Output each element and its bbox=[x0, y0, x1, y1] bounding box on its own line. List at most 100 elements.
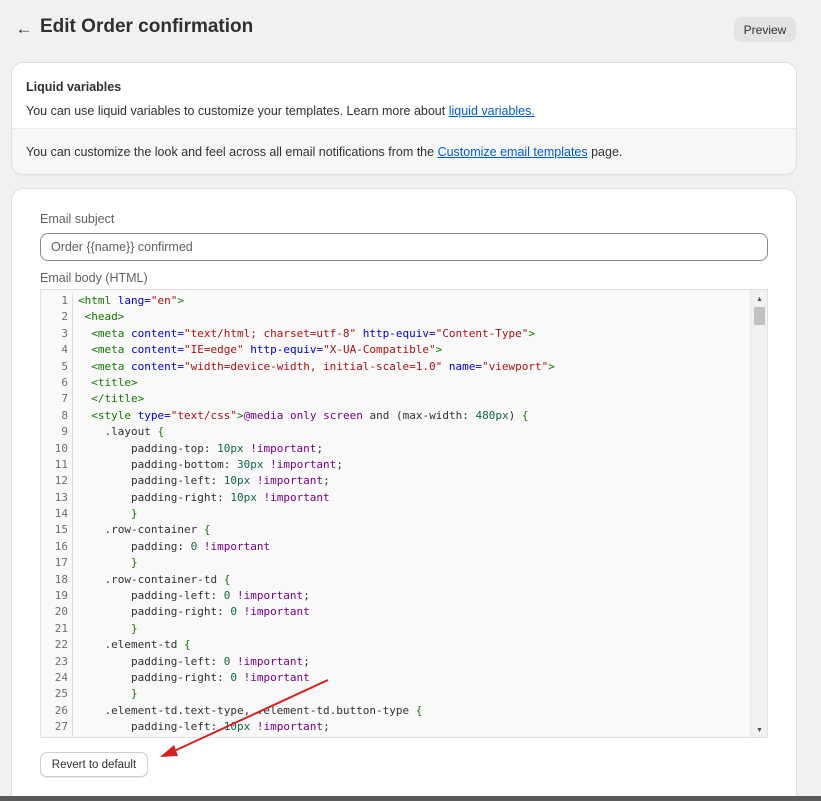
line-number: 13 bbox=[41, 489, 73, 507]
code-text: <meta content="width=device-width, initi… bbox=[91, 359, 555, 373]
back-glyph: ← bbox=[15, 19, 33, 38]
code-line: 19 padding-left: 0 !important; bbox=[41, 588, 752, 605]
code-text: .row-container-td { bbox=[78, 572, 231, 586]
code-line: 11 padding-bottom: 30px !important; bbox=[41, 456, 752, 474]
code-text: padding-right: 0 !important bbox=[78, 605, 310, 619]
line-number: 6 bbox=[41, 374, 73, 392]
code-line: 14 } bbox=[41, 506, 752, 523]
code-text: padding-right: 10px !important bbox=[78, 490, 330, 504]
code-line: 10 padding-top: 10px !important; bbox=[41, 440, 752, 457]
code-text: } bbox=[130, 507, 138, 521]
bottom-bar bbox=[0, 796, 821, 801]
code-text: <head> bbox=[84, 310, 125, 324]
code-line: 9 .layout { bbox=[41, 424, 752, 441]
code-text: padding-right: 0 !important bbox=[78, 670, 310, 684]
page-title: Edit Order confirmation bbox=[40, 16, 254, 37]
code-line: 3 <meta content="text/html; charset=utf-… bbox=[41, 325, 752, 343]
code-text: padding-left: 0 !important; bbox=[78, 589, 310, 603]
code-text: .element-td { bbox=[78, 638, 191, 652]
email-subject-input[interactable] bbox=[40, 233, 768, 261]
page: ← Edit Order confirmation Preview Liquid… bbox=[0, 0, 821, 801]
line-number: 9 bbox=[41, 424, 73, 441]
code-text: .row-container { bbox=[78, 523, 211, 537]
code-line: 5 <meta content="width=device-width, ini… bbox=[41, 358, 752, 375]
code-line: 1 <html lang="en"> bbox=[41, 293, 752, 310]
code-text: .layout { bbox=[78, 425, 165, 439]
code-line: 20 padding-right: 0 !important bbox=[41, 604, 752, 621]
liquid-variables-card: Liquid variables You can use liquid vari… bbox=[12, 63, 796, 174]
scroll-down-icon[interactable]: ▼ bbox=[751, 722, 767, 737]
line-number: 3 bbox=[41, 325, 73, 343]
line-number: 4 bbox=[41, 342, 73, 359]
line-number: 12 bbox=[41, 473, 73, 490]
page-header: ← Edit Order confirmation Preview bbox=[0, 0, 821, 58]
code-line: 17 } bbox=[41, 555, 752, 572]
customize-email-templates-link[interactable]: Customize email templates bbox=[438, 145, 588, 159]
line-number: 11 bbox=[41, 456, 73, 474]
code-text: .element-td.text-type, .element-td.butto… bbox=[78, 703, 423, 717]
code-text: } bbox=[130, 556, 138, 570]
line-number: 17 bbox=[41, 555, 73, 572]
email-subject-label: Email subject bbox=[40, 212, 115, 226]
line-number: 1 bbox=[41, 293, 73, 310]
email-content-card: Email subject Email body (HTML) 1 <html l… bbox=[12, 189, 796, 801]
code-text: <title> bbox=[91, 375, 138, 389]
code-text: padding-left: 10px !important; bbox=[78, 474, 330, 488]
liquid-variables-title: Liquid variables bbox=[26, 80, 122, 94]
scroll-thumb[interactable] bbox=[754, 307, 765, 325]
line-number: 20 bbox=[41, 604, 73, 621]
code-text: <meta content="text/html; charset=utf-8"… bbox=[91, 326, 535, 340]
scroll-up-icon[interactable]: ▲ bbox=[751, 291, 767, 307]
line-number: 23 bbox=[41, 653, 73, 670]
code-area[interactable]: 1 <html lang="en"> 2 <head> 3 <meta content… bbox=[41, 290, 752, 737]
code-scrollbar[interactable]: ▲ ▼ bbox=[750, 290, 767, 737]
line-number: 24 bbox=[41, 669, 73, 687]
liquid-variables-link[interactable]: liquid variables. bbox=[449, 104, 535, 118]
code-line: 15 .row-container { bbox=[41, 522, 752, 539]
arrow-left-icon[interactable]: ← bbox=[14, 18, 34, 40]
code-line: 13 padding-right: 10px !important bbox=[41, 489, 752, 507]
code-line: 8 <style type="text/css">@media only scr… bbox=[41, 407, 752, 425]
customize-banner: You can customize the look and feel acro… bbox=[12, 128, 796, 174]
code-text: padding: 0 !important bbox=[78, 539, 271, 553]
code-line: 2 <head> bbox=[41, 309, 752, 326]
code-line: 12 padding-left: 10px !important; bbox=[41, 473, 752, 490]
code-line: 18 .row-container-td { bbox=[41, 571, 752, 589]
code-text: <style type="text/css">@media only scree… bbox=[91, 408, 529, 422]
code-line: 4 <meta content="IE=edge" http-equiv="X-… bbox=[41, 342, 752, 359]
line-number: 27 bbox=[41, 719, 73, 736]
email-body-label: Email body (HTML) bbox=[40, 271, 148, 285]
code-text: } bbox=[130, 621, 138, 635]
code-text: <html lang="en"> bbox=[78, 294, 184, 307]
code-text: padding-left: 0 !important; bbox=[78, 654, 310, 668]
line-number: 2 bbox=[41, 309, 73, 326]
code-line: 27 padding-left: 10px !important; bbox=[41, 719, 752, 736]
line-number: 8 bbox=[41, 407, 73, 425]
revert-to-default-button[interactable]: Revert to default bbox=[40, 752, 148, 777]
code-text: </title> bbox=[91, 392, 145, 406]
line-number: 21 bbox=[41, 620, 73, 638]
line-number: 5 bbox=[41, 358, 73, 375]
line-number: 26 bbox=[41, 702, 73, 720]
line-number: 19 bbox=[41, 588, 73, 605]
customize-banner-text: You can customize the look and feel acro… bbox=[26, 145, 622, 159]
preview-button[interactable]: Preview bbox=[734, 17, 796, 42]
line-number: 7 bbox=[41, 391, 73, 408]
code-line: 25 } bbox=[41, 686, 752, 703]
code-line: 21 } bbox=[41, 620, 752, 638]
line-number: 18 bbox=[41, 571, 73, 589]
code-text: padding-left: 10px !important; bbox=[78, 720, 330, 734]
code-editor[interactable]: 1 <html lang="en"> 2 <head> 3 <meta content… bbox=[40, 289, 768, 738]
customize-text-prefix: You can customize the look and feel acro… bbox=[26, 145, 438, 159]
line-number: 14 bbox=[41, 506, 73, 523]
code-line: 23 padding-left: 0 !important; bbox=[41, 653, 752, 670]
code-text: <meta content="IE=edge" http-equiv="X-UA… bbox=[91, 343, 443, 357]
customize-text-suffix: page. bbox=[587, 145, 623, 159]
code-text: padding-top: 10px !important; bbox=[78, 441, 324, 455]
line-number: 16 bbox=[41, 538, 73, 556]
code-line: 26 .element-td.text-type, .element-td.bu… bbox=[41, 702, 752, 720]
code-line: 24 padding-right: 0 !important bbox=[41, 669, 752, 687]
code-text: padding-bottom: 30px !important; bbox=[78, 457, 343, 471]
code-line: 6 <title> bbox=[41, 374, 752, 392]
liquid-text-prefix: You can use liquid variables to customiz… bbox=[26, 104, 449, 118]
